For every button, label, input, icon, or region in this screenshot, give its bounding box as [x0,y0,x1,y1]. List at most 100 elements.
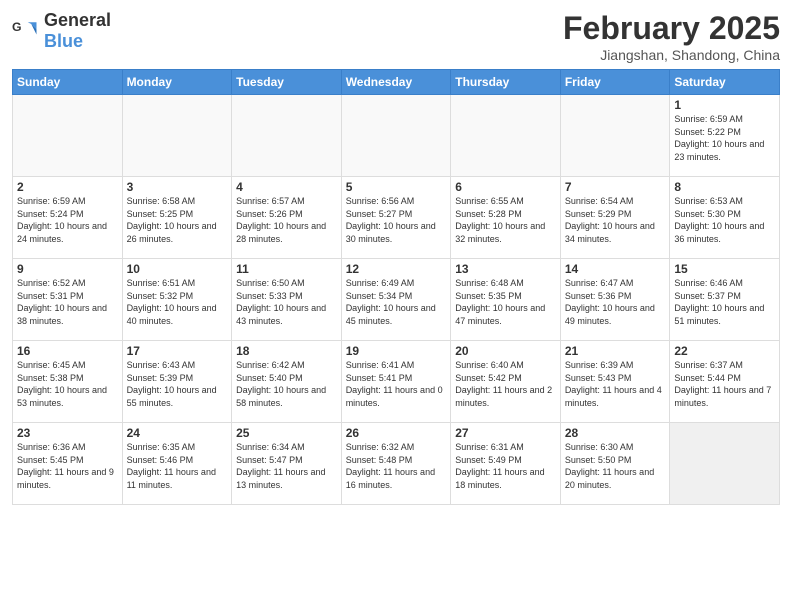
calendar-cell: 13Sunrise: 6:48 AM Sunset: 5:35 PM Dayli… [451,259,561,341]
calendar-cell: 22Sunrise: 6:37 AM Sunset: 5:44 PM Dayli… [670,341,780,423]
day-number: 26 [346,426,447,440]
day-number: 3 [127,180,228,194]
calendar-cell: 25Sunrise: 6:34 AM Sunset: 5:47 PM Dayli… [232,423,342,505]
calendar-week-row: 23Sunrise: 6:36 AM Sunset: 5:45 PM Dayli… [13,423,780,505]
day-info: Sunrise: 6:51 AM Sunset: 5:32 PM Dayligh… [127,277,228,327]
calendar-cell [13,95,123,177]
calendar-title: February 2025 [563,10,780,47]
calendar-cell [122,95,232,177]
day-info: Sunrise: 6:45 AM Sunset: 5:38 PM Dayligh… [17,359,118,409]
calendar-cell: 9Sunrise: 6:52 AM Sunset: 5:31 PM Daylig… [13,259,123,341]
svg-text:G: G [12,20,22,34]
calendar-cell: 24Sunrise: 6:35 AM Sunset: 5:46 PM Dayli… [122,423,232,505]
calendar-cell [341,95,451,177]
day-info: Sunrise: 6:59 AM Sunset: 5:24 PM Dayligh… [17,195,118,245]
day-number: 22 [674,344,775,358]
day-number: 9 [17,262,118,276]
calendar-week-row: 9Sunrise: 6:52 AM Sunset: 5:31 PM Daylig… [13,259,780,341]
calendar-cell: 27Sunrise: 6:31 AM Sunset: 5:49 PM Dayli… [451,423,561,505]
day-number: 6 [455,180,556,194]
calendar-cell: 16Sunrise: 6:45 AM Sunset: 5:38 PM Dayli… [13,341,123,423]
calendar-cell [451,95,561,177]
logo: G General Blue [12,10,111,52]
calendar-week-row: 1Sunrise: 6:59 AM Sunset: 5:22 PM Daylig… [13,95,780,177]
calendar-cell: 20Sunrise: 6:40 AM Sunset: 5:42 PM Dayli… [451,341,561,423]
day-number: 21 [565,344,666,358]
day-number: 4 [236,180,337,194]
day-info: Sunrise: 6:34 AM Sunset: 5:47 PM Dayligh… [236,441,337,491]
calendar-cell: 8Sunrise: 6:53 AM Sunset: 5:30 PM Daylig… [670,177,780,259]
calendar-cell: 19Sunrise: 6:41 AM Sunset: 5:41 PM Dayli… [341,341,451,423]
calendar-table: SundayMondayTuesdayWednesdayThursdayFrid… [12,69,780,505]
calendar-cell: 6Sunrise: 6:55 AM Sunset: 5:28 PM Daylig… [451,177,561,259]
day-number: 15 [674,262,775,276]
day-number: 27 [455,426,556,440]
calendar-cell: 1Sunrise: 6:59 AM Sunset: 5:22 PM Daylig… [670,95,780,177]
calendar-cell: 12Sunrise: 6:49 AM Sunset: 5:34 PM Dayli… [341,259,451,341]
day-info: Sunrise: 6:30 AM Sunset: 5:50 PM Dayligh… [565,441,666,491]
calendar-cell: 7Sunrise: 6:54 AM Sunset: 5:29 PM Daylig… [560,177,670,259]
calendar-week-row: 16Sunrise: 6:45 AM Sunset: 5:38 PM Dayli… [13,341,780,423]
day-number: 24 [127,426,228,440]
day-info: Sunrise: 6:48 AM Sunset: 5:35 PM Dayligh… [455,277,556,327]
day-info: Sunrise: 6:55 AM Sunset: 5:28 PM Dayligh… [455,195,556,245]
logo-icon: G [12,17,40,45]
weekday-header: Saturday [670,70,780,95]
calendar-cell: 5Sunrise: 6:56 AM Sunset: 5:27 PM Daylig… [341,177,451,259]
day-number: 5 [346,180,447,194]
day-info: Sunrise: 6:54 AM Sunset: 5:29 PM Dayligh… [565,195,666,245]
calendar-cell: 26Sunrise: 6:32 AM Sunset: 5:48 PM Dayli… [341,423,451,505]
calendar-cell: 23Sunrise: 6:36 AM Sunset: 5:45 PM Dayli… [13,423,123,505]
header: G General Blue February 2025 Jiangshan, … [12,10,780,63]
day-info: Sunrise: 6:53 AM Sunset: 5:30 PM Dayligh… [674,195,775,245]
calendar-cell: 15Sunrise: 6:46 AM Sunset: 5:37 PM Dayli… [670,259,780,341]
calendar-cell: 17Sunrise: 6:43 AM Sunset: 5:39 PM Dayli… [122,341,232,423]
day-number: 11 [236,262,337,276]
day-info: Sunrise: 6:47 AM Sunset: 5:36 PM Dayligh… [565,277,666,327]
calendar-cell: 10Sunrise: 6:51 AM Sunset: 5:32 PM Dayli… [122,259,232,341]
calendar-subtitle: Jiangshan, Shandong, China [563,47,780,63]
day-info: Sunrise: 6:32 AM Sunset: 5:48 PM Dayligh… [346,441,447,491]
day-info: Sunrise: 6:35 AM Sunset: 5:46 PM Dayligh… [127,441,228,491]
day-number: 10 [127,262,228,276]
calendar-cell [560,95,670,177]
day-info: Sunrise: 6:39 AM Sunset: 5:43 PM Dayligh… [565,359,666,409]
day-number: 18 [236,344,337,358]
calendar-header-row: SundayMondayTuesdayWednesdayThursdayFrid… [13,70,780,95]
calendar-cell: 14Sunrise: 6:47 AM Sunset: 5:36 PM Dayli… [560,259,670,341]
logo-blue-text: Blue [44,31,83,51]
weekday-header: Friday [560,70,670,95]
title-area: February 2025 Jiangshan, Shandong, China [563,10,780,63]
weekday-header: Wednesday [341,70,451,95]
day-number: 12 [346,262,447,276]
day-info: Sunrise: 6:58 AM Sunset: 5:25 PM Dayligh… [127,195,228,245]
day-number: 2 [17,180,118,194]
page-container: G General Blue February 2025 Jiangshan, … [0,0,792,513]
day-number: 1 [674,98,775,112]
day-number: 8 [674,180,775,194]
weekday-header: Monday [122,70,232,95]
calendar-cell: 3Sunrise: 6:58 AM Sunset: 5:25 PM Daylig… [122,177,232,259]
day-number: 14 [565,262,666,276]
logo-general-text: General [44,10,111,30]
day-info: Sunrise: 6:42 AM Sunset: 5:40 PM Dayligh… [236,359,337,409]
weekday-header: Tuesday [232,70,342,95]
calendar-cell: 4Sunrise: 6:57 AM Sunset: 5:26 PM Daylig… [232,177,342,259]
calendar-cell: 21Sunrise: 6:39 AM Sunset: 5:43 PM Dayli… [560,341,670,423]
day-number: 7 [565,180,666,194]
calendar-cell: 18Sunrise: 6:42 AM Sunset: 5:40 PM Dayli… [232,341,342,423]
calendar-cell [670,423,780,505]
day-info: Sunrise: 6:56 AM Sunset: 5:27 PM Dayligh… [346,195,447,245]
day-number: 28 [565,426,666,440]
calendar-week-row: 2Sunrise: 6:59 AM Sunset: 5:24 PM Daylig… [13,177,780,259]
day-info: Sunrise: 6:46 AM Sunset: 5:37 PM Dayligh… [674,277,775,327]
calendar-cell: 28Sunrise: 6:30 AM Sunset: 5:50 PM Dayli… [560,423,670,505]
day-info: Sunrise: 6:52 AM Sunset: 5:31 PM Dayligh… [17,277,118,327]
day-info: Sunrise: 6:57 AM Sunset: 5:26 PM Dayligh… [236,195,337,245]
weekday-header: Sunday [13,70,123,95]
weekday-header: Thursday [451,70,561,95]
day-info: Sunrise: 6:37 AM Sunset: 5:44 PM Dayligh… [674,359,775,409]
day-number: 13 [455,262,556,276]
day-info: Sunrise: 6:49 AM Sunset: 5:34 PM Dayligh… [346,277,447,327]
day-number: 19 [346,344,447,358]
